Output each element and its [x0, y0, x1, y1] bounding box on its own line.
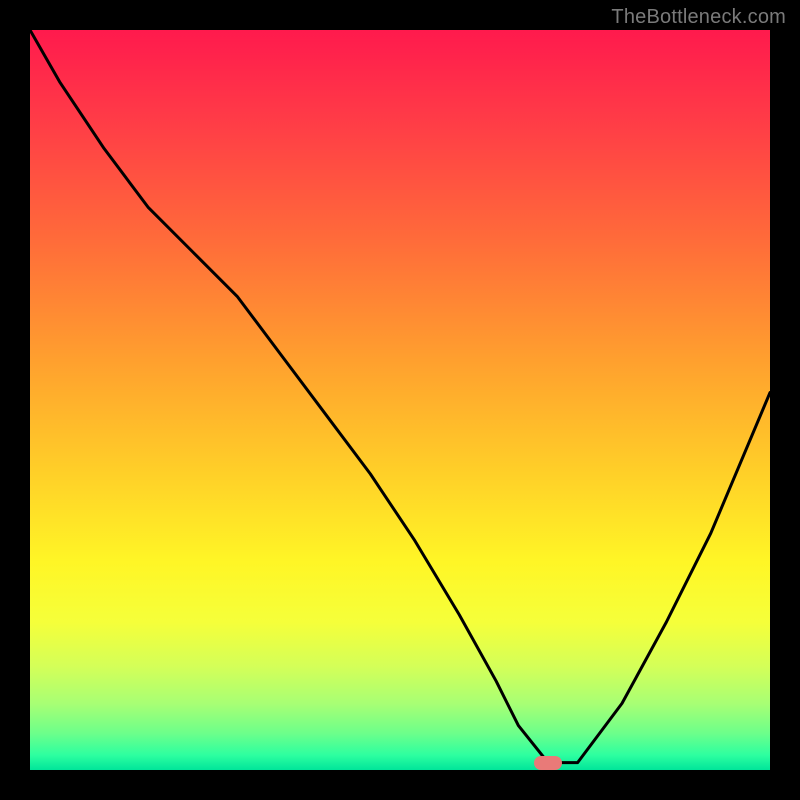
chart-frame: TheBottleneck.com	[0, 0, 800, 800]
bottleneck-curve	[30, 30, 770, 770]
watermark-text: TheBottleneck.com	[611, 6, 786, 29]
plot-area	[30, 30, 770, 770]
optimal-marker	[534, 756, 562, 770]
